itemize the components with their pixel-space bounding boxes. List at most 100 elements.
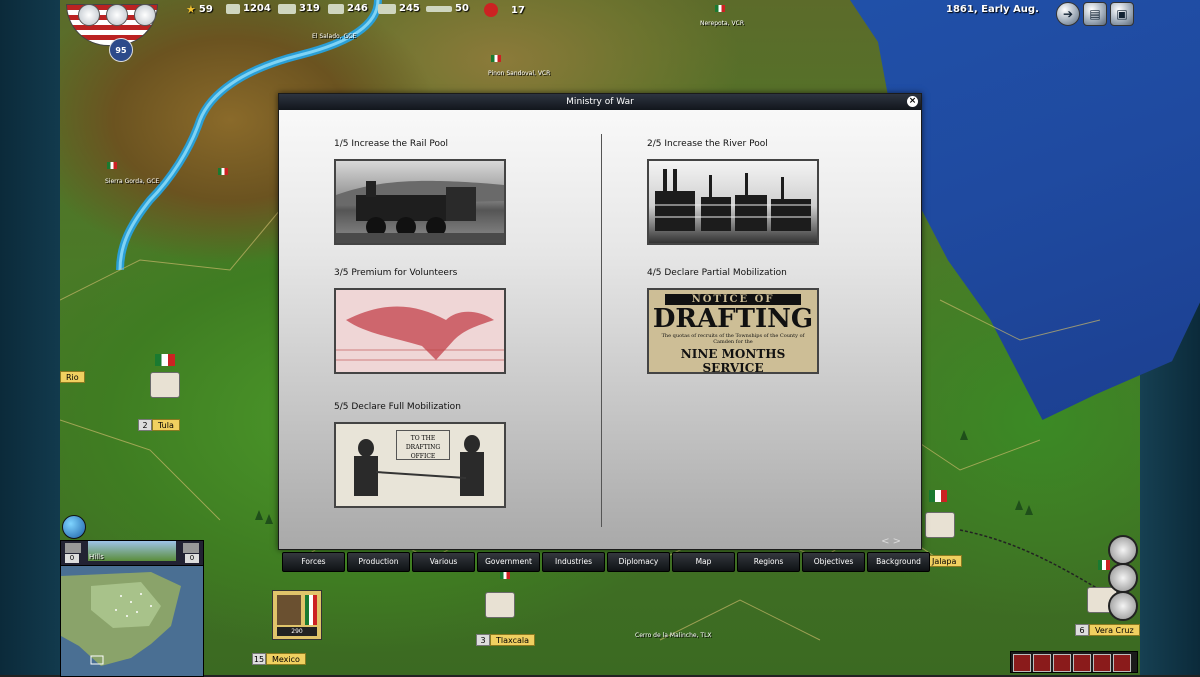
city-label-vera-cruz[interactable]: 6 Vera Cruz xyxy=(1075,624,1140,636)
tab-forces[interactable]: Forces xyxy=(282,552,345,572)
river-pool-option-image[interactable] xyxy=(647,159,819,245)
action-button-1[interactable] xyxy=(1108,535,1138,565)
mexico-flag-icon xyxy=(1098,560,1110,570)
resource-conscripts: 319 xyxy=(278,3,320,14)
resource-money: 1204 xyxy=(226,3,271,14)
river-boat-icon xyxy=(426,5,452,12)
action-icon[interactable] xyxy=(1113,654,1131,672)
forest-icon xyxy=(265,514,273,524)
minimap[interactable] xyxy=(60,565,204,677)
tab-industries[interactable]: Industries xyxy=(542,552,605,572)
steamboat-icon xyxy=(655,169,811,231)
mexico-flag-icon xyxy=(155,354,175,366)
tab-regions[interactable]: Regions xyxy=(737,552,800,572)
option-label-river[interactable]: 2/5 Increase the River Pool xyxy=(647,139,768,149)
page-nav[interactable]: < > xyxy=(881,536,901,547)
ministry-of-war-dialog: Ministry of War × 1/5 Increase the Rail … xyxy=(278,93,922,550)
option-label-partial-mobilization[interactable]: 4/5 Declare Partial Mobilization xyxy=(647,268,787,278)
city-fort-tlaxcala[interactable] xyxy=(485,592,515,618)
volunteers-option-image[interactable] xyxy=(334,288,506,374)
tab-bar: Forces Production Various Government Ind… xyxy=(282,552,930,572)
commander-icon xyxy=(183,543,199,553)
game-date: 1861, Early Aug. xyxy=(946,4,1039,15)
action-icon[interactable] xyxy=(1073,654,1091,672)
full-mobilization-option-image[interactable]: TO THE DRAFTING OFFICE xyxy=(334,422,506,508)
action-icon[interactable] xyxy=(1033,654,1051,672)
column-divider xyxy=(601,134,602,527)
left-frame xyxy=(0,0,60,675)
save-button[interactable]: ▣ xyxy=(1110,2,1134,26)
morale-icon xyxy=(484,3,498,17)
poster-line-3: The quotas of recruits of the Townships … xyxy=(661,333,805,345)
partial-mobilization-option-image[interactable]: NOTICE OF DRAFTING The quotas of recruit… xyxy=(647,288,819,374)
forest-icon xyxy=(1015,500,1023,510)
option-label-full-mobilization[interactable]: 5/5 Declare Full Mobilization xyxy=(334,402,461,412)
terrain-left-count: 0 xyxy=(65,554,79,563)
city-fort-jalapa[interactable] xyxy=(925,512,955,538)
globe-icon[interactable] xyxy=(62,515,86,539)
forest-icon xyxy=(1025,505,1033,515)
mexico-flag-icon xyxy=(929,490,947,502)
tab-production[interactable]: Production xyxy=(347,552,410,572)
resource-river: 50 xyxy=(426,3,469,14)
rail-icon xyxy=(378,3,396,14)
mexico-flag-icon xyxy=(715,5,725,12)
resource-war-supply: 246 xyxy=(328,3,368,14)
tab-map[interactable]: Map xyxy=(672,552,735,572)
poster-line-4: NINE MONTHS SERVICE xyxy=(680,347,786,374)
city-label-rio[interactable]: Rio xyxy=(60,371,85,383)
city-label-tula[interactable]: 2 Tula xyxy=(138,419,180,431)
floppy-icon: ▣ xyxy=(1116,7,1128,21)
action-icon[interactable] xyxy=(1013,654,1031,672)
tab-background[interactable]: Background xyxy=(867,552,930,572)
tab-government[interactable]: Government xyxy=(477,552,540,572)
resource-star: ★ 59 xyxy=(186,3,213,16)
soldiers-icon xyxy=(354,435,484,496)
conscripts-icon xyxy=(278,3,296,14)
money-icon xyxy=(226,3,240,14)
arrow-right-icon: ➔ xyxy=(1062,7,1074,21)
close-button[interactable]: × xyxy=(907,96,918,107)
forest-icon xyxy=(960,430,968,440)
locomotive-icon xyxy=(336,180,504,243)
map-label[interactable]: Cerro de la Malinche, TLX xyxy=(635,632,712,639)
mexico-flag-icon xyxy=(500,572,510,579)
book-icon: ▤ xyxy=(1089,7,1101,21)
ledger-button[interactable]: ▤ xyxy=(1083,2,1107,26)
map-label[interactable]: Sierra Gorda, GCE xyxy=(105,178,159,185)
end-turn-button[interactable]: ➔ xyxy=(1056,2,1080,26)
city-fort-tula[interactable] xyxy=(150,372,180,398)
city-label-mexico[interactable]: 15 Mexico xyxy=(252,653,306,665)
mexico-flag-icon xyxy=(491,55,501,62)
option-label-rail[interactable]: 1/5 Increase the Rail Pool xyxy=(334,139,448,149)
option-label-volunteers[interactable]: 3/5 Premium for Volunteers xyxy=(334,268,457,278)
mexico-flag-icon xyxy=(107,162,117,169)
unit-actions-bar xyxy=(1010,651,1138,673)
star-icon: ★ xyxy=(186,3,196,16)
general-portrait[interactable]: 290 xyxy=(272,590,322,640)
rail-pool-option-image[interactable] xyxy=(334,159,506,245)
eagle-icon xyxy=(336,306,504,361)
tab-objectives[interactable]: Objectives xyxy=(802,552,865,572)
map-label[interactable]: Nerepota, VCR xyxy=(700,20,744,27)
dialog-title: Ministry of War xyxy=(279,94,921,110)
tab-diplomacy[interactable]: Diplomacy xyxy=(607,552,670,572)
terrain-right-count: 0 xyxy=(185,554,199,563)
action-button-3[interactable] xyxy=(1108,591,1138,621)
tab-various[interactable]: Various xyxy=(412,552,475,572)
resource-morale: 17 xyxy=(484,3,525,17)
map-label[interactable]: Pinon Sandoval, VCR xyxy=(488,70,550,77)
unit-strength: 290 xyxy=(277,627,317,636)
national-morale-badge: 95 xyxy=(109,38,133,62)
minimap-image xyxy=(61,566,203,676)
mexico-flag-icon xyxy=(218,168,228,175)
city-label-tlaxcala[interactable]: 3 Tlaxcala xyxy=(476,634,536,646)
general-avatar xyxy=(277,595,301,625)
action-button-2[interactable] xyxy=(1108,563,1138,593)
terrain-label: Hills xyxy=(89,553,104,561)
supply-icon xyxy=(65,543,81,553)
map-label[interactable]: El Salado, GCE xyxy=(312,33,356,40)
action-icon[interactable] xyxy=(1093,654,1111,672)
mexico-flag-icon xyxy=(305,595,317,625)
action-icon[interactable] xyxy=(1053,654,1071,672)
